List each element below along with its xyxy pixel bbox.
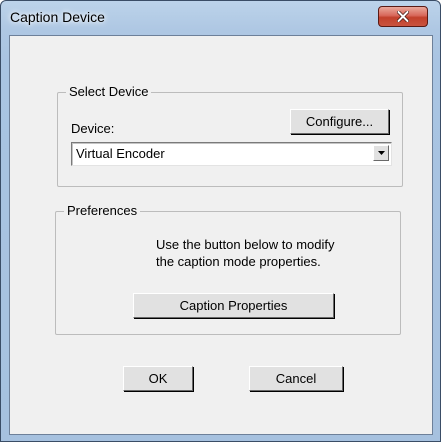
preferences-description-line-1: Use the button below to modify <box>156 237 335 252</box>
close-icon <box>397 11 409 22</box>
select-device-group-label: Select Device <box>66 84 152 100</box>
ok-button[interactable]: OK <box>123 366 193 391</box>
device-select-dropdown-button[interactable] <box>373 145 389 161</box>
dialog-body: Select Device Device: Configure... Virtu… <box>9 35 433 435</box>
device-label: Device: <box>71 121 115 136</box>
preferences-description: Use the button below to modify the capti… <box>156 236 396 270</box>
window-title: Caption Device <box>10 9 105 25</box>
preferences-description-line-2: the caption mode properties. <box>156 254 321 269</box>
cancel-button[interactable]: Cancel <box>249 366 343 391</box>
device-select-value: Virtual Encoder <box>76 146 165 161</box>
screen: Caption Device Select Device Device: Con… <box>0 0 442 442</box>
preferences-group: Preferences Use the button below to modi… <box>55 203 401 335</box>
chevron-down-icon <box>377 151 385 155</box>
preferences-group-label: Preferences <box>64 203 141 219</box>
title-bar[interactable]: Caption Device <box>1 1 440 35</box>
device-select[interactable]: Virtual Encoder <box>71 142 392 166</box>
select-device-group: Select Device Device: Configure... Virtu… <box>57 84 403 187</box>
close-button[interactable] <box>378 6 428 27</box>
caption-device-dialog: Caption Device Select Device Device: Con… <box>0 0 441 442</box>
configure-button[interactable]: Configure... <box>290 109 389 134</box>
caption-properties-button[interactable]: Caption Properties <box>133 293 334 318</box>
